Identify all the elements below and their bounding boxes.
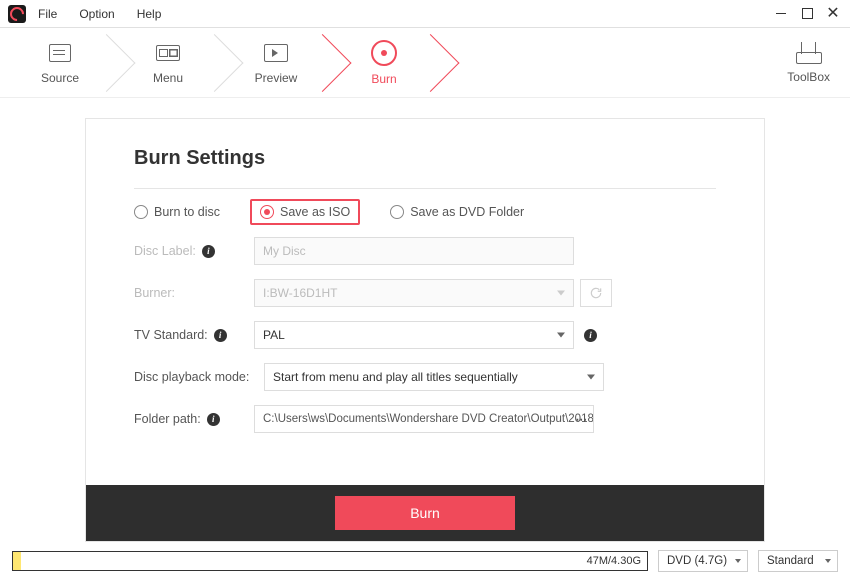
tab-burn-label: Burn — [371, 72, 396, 86]
tab-source-label: Source — [41, 71, 79, 85]
label-tv-standard: TV Standard: i — [134, 328, 254, 342]
playback-mode-select[interactable]: Start from menu and play all titles sequ… — [264, 363, 604, 391]
label-burner: Burner: — [134, 286, 254, 300]
radio-save-as-iso[interactable]: Save as ISO — [250, 199, 360, 225]
burner-select: I:BW-16D1HT — [254, 279, 574, 307]
label-playback-mode: Disc playback mode: — [134, 370, 264, 384]
radio-dot-icon — [134, 205, 148, 219]
row-burner: Burner: I:BW-16D1HT — [134, 279, 716, 307]
window-controls: ✕ — [774, 7, 850, 21]
radio-label: Burn to disc — [154, 205, 220, 219]
menu-option[interactable]: Option — [79, 7, 114, 21]
row-folder-path: Folder path: i C:\Users\ws\Documents\Won… — [134, 405, 716, 433]
capacity-text: 47M/4.30G — [587, 555, 641, 567]
radio-label: Save as ISO — [280, 205, 350, 219]
refresh-burner-button[interactable] — [580, 279, 612, 307]
info-icon[interactable]: i — [207, 413, 220, 426]
refresh-icon — [589, 286, 603, 300]
menu-file[interactable]: File — [38, 7, 57, 21]
disc-label-input — [254, 237, 574, 265]
burn-button[interactable]: Burn — [335, 496, 515, 530]
folder-path-input[interactable]: C:\Users\ws\Documents\Wondershare DVD Cr… — [254, 405, 594, 433]
minimize-icon[interactable] — [774, 7, 788, 21]
burn-icon — [371, 40, 397, 66]
tab-toolbox[interactable]: ToolBox — [787, 42, 830, 84]
tab-toolbox-label: ToolBox — [787, 70, 830, 84]
info-icon[interactable]: i — [584, 329, 597, 342]
label-folder-path: Folder path: i — [134, 412, 254, 426]
radio-dot-icon — [390, 205, 404, 219]
tab-menu-label: Menu — [153, 71, 183, 85]
menu-icon — [154, 41, 182, 65]
radio-dot-icon — [260, 205, 274, 219]
radio-save-as-dvd-folder[interactable]: Save as DVD Folder — [390, 205, 524, 219]
menu-help[interactable]: Help — [137, 7, 162, 21]
row-disc-label: Disc Label: i — [134, 237, 716, 265]
tab-preview-label: Preview — [255, 71, 298, 85]
row-playback-mode: Disc playback mode: Start from menu and … — [134, 363, 716, 391]
title-bar: File Option Help ✕ — [0, 0, 850, 28]
maximize-icon[interactable] — [800, 7, 814, 21]
main-area: Burn Settings Burn to disc Save as ISO S… — [0, 98, 850, 542]
capacity-fill — [13, 552, 21, 570]
radio-label: Save as DVD Folder — [410, 205, 524, 219]
toolbox-icon — [795, 42, 823, 64]
disc-type-select[interactable]: DVD (4.7G) — [658, 550, 748, 572]
app-logo-icon — [8, 5, 26, 23]
panel-title: Burn Settings — [134, 147, 716, 170]
burn-action-bar: Burn — [86, 485, 764, 541]
divider — [134, 188, 716, 189]
chevron-icon — [316, 28, 344, 98]
chevron-icon — [424, 28, 452, 98]
chevron-icon — [100, 28, 128, 98]
status-bar: 47M/4.30G DVD (4.7G) Standard — [12, 550, 838, 572]
source-icon — [46, 41, 74, 65]
radio-burn-to-disc[interactable]: Burn to disc — [134, 205, 220, 219]
quality-select[interactable]: Standard — [758, 550, 838, 572]
info-icon[interactable]: i — [214, 329, 227, 342]
close-icon[interactable]: ✕ — [826, 7, 840, 21]
chevron-icon — [208, 28, 236, 98]
preview-icon — [262, 41, 290, 65]
label-disc-label: Disc Label: i — [134, 244, 254, 258]
tv-standard-select[interactable]: PAL — [254, 321, 574, 349]
info-icon[interactable]: i — [202, 245, 215, 258]
output-mode-radios: Burn to disc Save as ISO Save as DVD Fol… — [134, 205, 716, 219]
row-tv-standard: TV Standard: i PAL i — [134, 321, 716, 349]
capacity-meter: 47M/4.30G — [12, 551, 648, 571]
burn-settings-panel: Burn Settings Burn to disc Save as ISO S… — [85, 118, 765, 542]
step-tabs: Source Menu Preview Burn ToolBox — [0, 28, 850, 98]
